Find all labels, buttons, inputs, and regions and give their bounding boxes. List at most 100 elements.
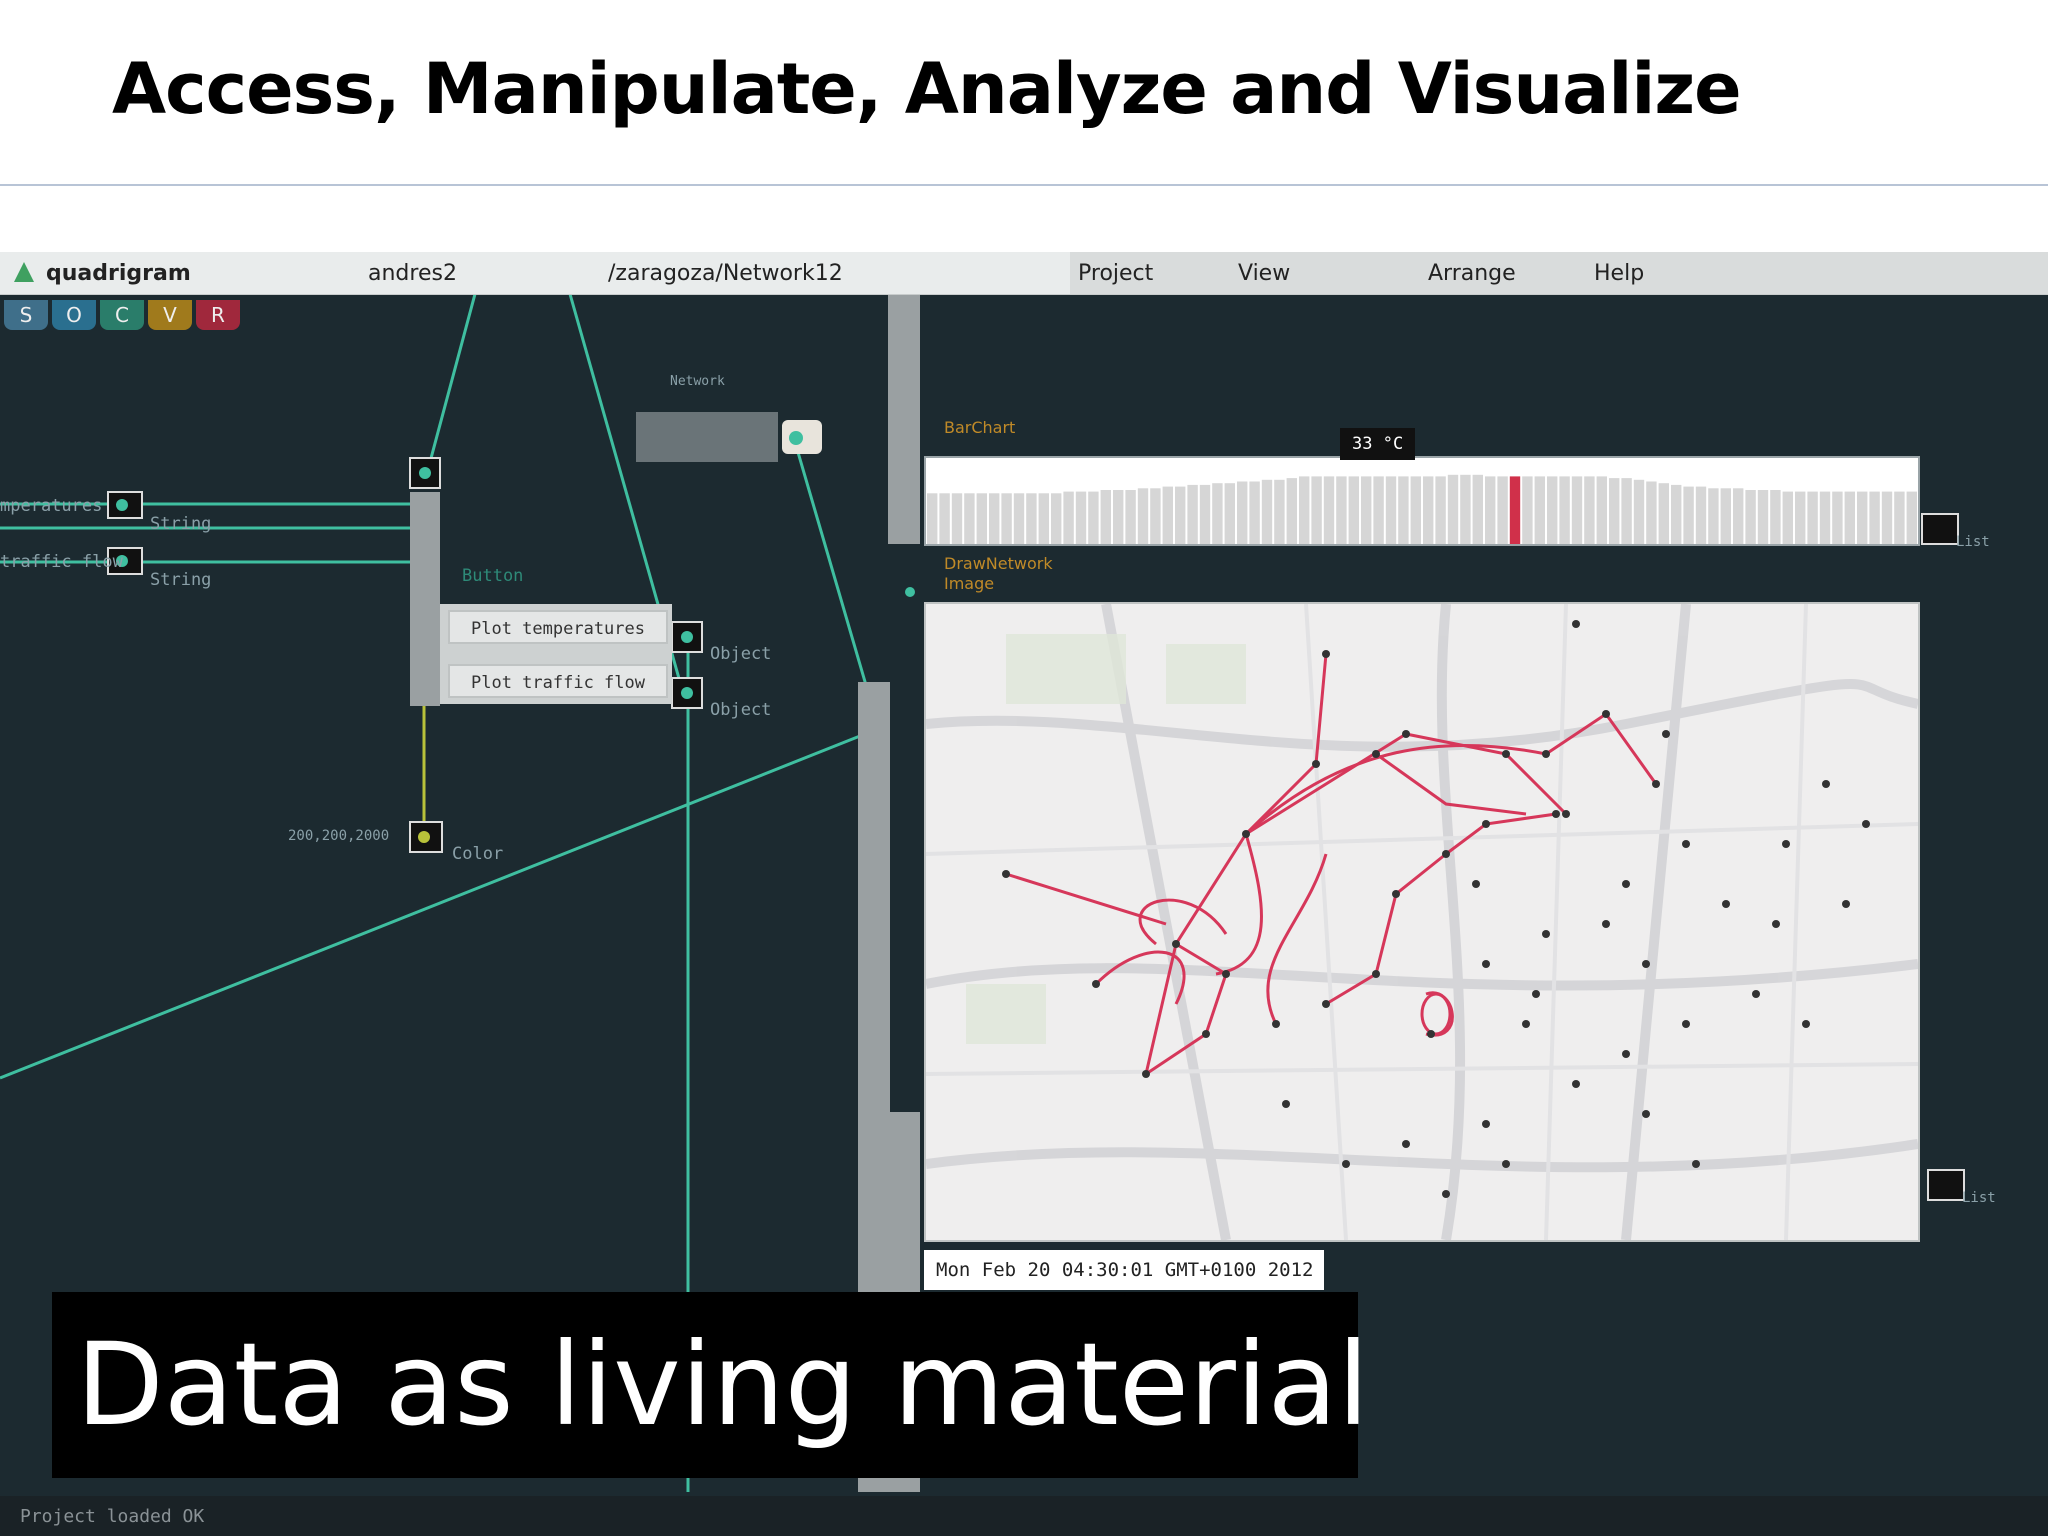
bar[interactable] [1224, 483, 1235, 544]
bar[interactable] [1708, 488, 1719, 544]
bar[interactable] [1894, 491, 1905, 544]
mode-button-v[interactable]: V [148, 300, 192, 330]
bar[interactable] [1323, 476, 1335, 544]
bar[interactable] [1113, 490, 1124, 544]
barchart-panel[interactable] [924, 456, 1920, 546]
bar[interactable] [1237, 481, 1248, 545]
bar[interactable] [1671, 484, 1682, 544]
bar[interactable] [1175, 486, 1186, 544]
bar[interactable] [1571, 476, 1583, 544]
bar[interactable] [1497, 476, 1508, 544]
bar[interactable] [1485, 476, 1496, 544]
bar[interactable] [1683, 486, 1694, 544]
bar[interactable] [989, 493, 1000, 544]
mode-button-c[interactable]: C [100, 300, 144, 330]
bar[interactable] [1832, 491, 1843, 544]
menu-help[interactable]: Help [1594, 261, 1644, 286]
bar[interactable] [1745, 490, 1756, 544]
list-label-2: List [1962, 1190, 1996, 1206]
bar[interactable] [1906, 491, 1917, 544]
bar[interactable] [1398, 476, 1409, 544]
bar[interactable] [1423, 476, 1434, 544]
bar[interactable] [1361, 476, 1372, 544]
bar[interactable] [1435, 476, 1446, 544]
bar[interactable] [1137, 488, 1149, 544]
mode-button-o[interactable]: O [52, 300, 96, 330]
menu-view[interactable]: View [1238, 261, 1290, 286]
bar[interactable] [1646, 481, 1657, 545]
bar[interactable] [1336, 476, 1347, 544]
bar[interactable] [1199, 484, 1211, 544]
bar[interactable] [1795, 491, 1806, 544]
mode-button-r[interactable]: R [196, 300, 240, 330]
bar[interactable] [1720, 488, 1731, 544]
bar[interactable] [939, 493, 950, 544]
bar[interactable] [1757, 490, 1769, 544]
bar[interactable] [1596, 476, 1607, 544]
bar[interactable] [1559, 476, 1570, 544]
mode-button-s[interactable]: S [4, 300, 48, 330]
bar[interactable] [1125, 490, 1136, 544]
bar[interactable] [1857, 491, 1868, 544]
bar[interactable] [1261, 479, 1273, 544]
bar[interactable] [1299, 476, 1310, 544]
bar[interactable] [1162, 486, 1173, 544]
bar[interactable] [951, 493, 963, 544]
bar[interactable] [1609, 478, 1620, 544]
bar[interactable] [1311, 476, 1322, 544]
bar[interactable] [1770, 490, 1781, 544]
bar[interactable] [1881, 491, 1893, 544]
bar[interactable] [1447, 474, 1459, 544]
slide-title: Access, Manipulate, Analyze and Visualiz… [112, 48, 1742, 130]
bar[interactable] [1844, 491, 1855, 544]
timestamp: Mon Feb 20 04:30:01 GMT+0100 2012 [924, 1250, 1324, 1290]
bar[interactable] [1249, 481, 1260, 545]
bar[interactable] [1621, 478, 1632, 544]
plot-temperatures-button[interactable]: Plot temperatures [448, 610, 668, 644]
bar[interactable] [1807, 491, 1818, 544]
bar[interactable] [1373, 476, 1384, 544]
menu-arrange[interactable]: Arrange [1428, 261, 1516, 286]
bar[interactable] [1869, 491, 1880, 544]
bar[interactable] [1026, 493, 1037, 544]
bar[interactable] [1509, 476, 1521, 544]
bar[interactable] [1088, 491, 1099, 544]
bar[interactable] [1658, 483, 1669, 544]
network-map[interactable] [924, 602, 1920, 1242]
bar[interactable] [1733, 488, 1744, 544]
bar[interactable] [1001, 493, 1012, 544]
object-label-1: Object [710, 644, 772, 664]
plot-traffic-flow-button[interactable]: Plot traffic flow [448, 664, 668, 698]
bar[interactable] [1385, 476, 1397, 544]
bar[interactable] [976, 493, 987, 544]
menu-project[interactable]: Project [1078, 261, 1153, 286]
bar[interactable] [1051, 493, 1062, 544]
bar[interactable] [1187, 484, 1198, 544]
bar[interactable] [1286, 478, 1297, 544]
bar[interactable] [1460, 474, 1471, 544]
bar[interactable] [1075, 491, 1087, 544]
bar[interactable] [1782, 491, 1793, 544]
bar[interactable] [1472, 474, 1483, 544]
bar[interactable] [964, 493, 975, 544]
bar[interactable] [1534, 476, 1545, 544]
bar[interactable] [1274, 479, 1285, 544]
bar[interactable] [1212, 483, 1223, 544]
bar[interactable] [1584, 476, 1595, 544]
bar[interactable] [1819, 491, 1831, 544]
bar[interactable] [1410, 476, 1421, 544]
bar[interactable] [1100, 490, 1111, 544]
bar[interactable] [1633, 479, 1645, 544]
bar[interactable] [1522, 476, 1533, 544]
menubar: quadrigram andres2 /zaragoza/Network12 P… [0, 252, 2048, 295]
bar[interactable] [1063, 491, 1074, 544]
bar[interactable] [1547, 476, 1558, 544]
bar[interactable] [927, 493, 938, 544]
bar[interactable] [1038, 493, 1049, 544]
bar[interactable] [1013, 493, 1025, 544]
list-label-1: List [1956, 534, 1990, 550]
bar[interactable] [1695, 486, 1707, 544]
user-name[interactable]: andres2 [368, 261, 457, 286]
bar[interactable] [1348, 476, 1359, 544]
bar[interactable] [1150, 488, 1161, 544]
